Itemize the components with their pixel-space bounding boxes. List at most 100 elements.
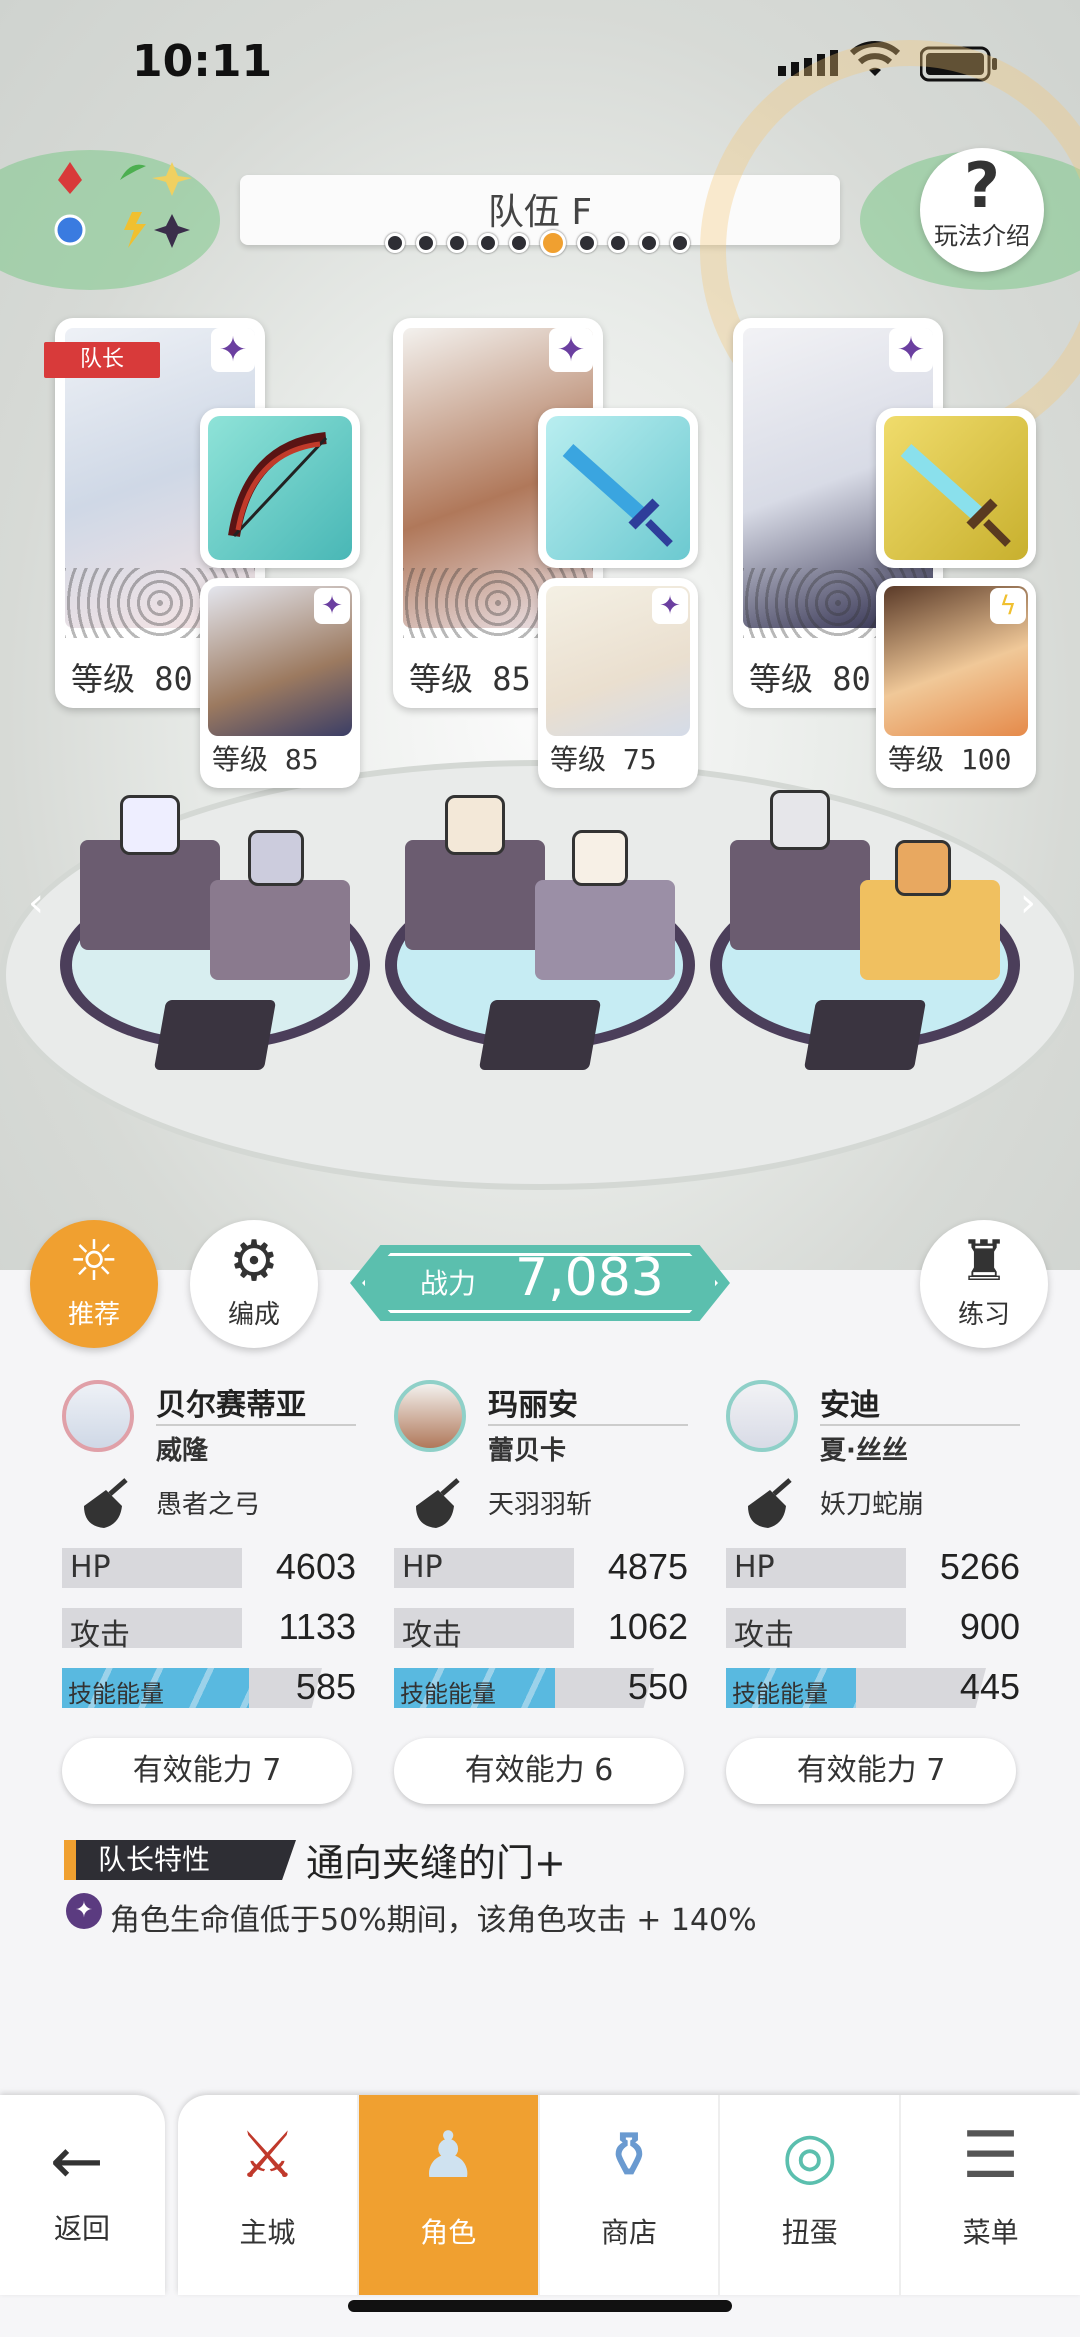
weapon-icon: [740, 1476, 796, 1532]
gacha-icon: ◎: [781, 2119, 838, 2193]
weapon-name: 妖刀蛇崩: [820, 1490, 925, 1520]
back-button[interactable]: ← 返回: [0, 2095, 165, 2295]
avatar[interactable]: [726, 1380, 798, 1452]
element-affinity-icon[interactable]: [50, 160, 200, 250]
formation-icon: ⚙: [228, 1229, 280, 1294]
weapon-icon: [408, 1476, 464, 1532]
team-page-indicator[interactable]: [385, 230, 695, 256]
sub-member-name: 蕾贝卡: [488, 1436, 567, 1466]
star-icon: ✦: [889, 328, 933, 372]
attack-value: 1062: [607, 1606, 688, 1647]
leader-tag: 队长: [44, 342, 160, 378]
attack-value: 1133: [278, 1606, 356, 1647]
tab-menu[interactable]: ☰ 菜单: [901, 2095, 1080, 2295]
sub-character-card[interactable]: ✦ 等级 75: [538, 578, 698, 788]
pedestal: [80, 840, 220, 950]
weapon-name: 愚者之弓: [156, 1490, 261, 1520]
sword-icon: [900, 444, 1011, 547]
page-dot[interactable]: [509, 233, 529, 253]
sub-level: 等级 85: [212, 743, 319, 776]
star-icon: ✦: [652, 588, 688, 624]
stage-base: [153, 1000, 277, 1070]
page-dot[interactable]: [447, 233, 467, 253]
page-dot[interactable]: [540, 230, 566, 256]
pedestal: [405, 840, 545, 950]
practice-label: 练习: [957, 1300, 1010, 1330]
question-icon: ?: [964, 149, 1000, 222]
star-icon: ✦: [314, 588, 350, 624]
tab-label: 角色: [420, 2216, 477, 2249]
character-sprite[interactable]: [248, 830, 304, 886]
member-name: 贝尔赛蒂亚: [156, 1388, 306, 1423]
avatar[interactable]: [394, 1380, 466, 1452]
effective-ability-button[interactable]: 有效能力 7: [726, 1738, 1016, 1804]
hp-value: 5266: [939, 1546, 1020, 1587]
power-value: 7,083: [515, 1248, 664, 1308]
dummy-icon: ♜: [958, 1229, 1010, 1294]
attack-label: 攻击: [734, 1618, 794, 1653]
status-time: 10:11: [132, 36, 273, 87]
practice-button[interactable]: ♜ 练习: [920, 1220, 1048, 1348]
character-sprite[interactable]: [445, 795, 505, 855]
sub-level: 等级 100: [888, 743, 1012, 776]
page-dot[interactable]: [670, 233, 690, 253]
tab-character[interactable]: ♟ 角色: [358, 2095, 540, 2295]
energy-label: 技能能量: [400, 1680, 496, 1708]
energy-value: 550: [627, 1666, 688, 1707]
back-arrow-icon: ←: [50, 2125, 104, 2199]
energy-value: 585: [295, 1666, 356, 1707]
formation-button[interactable]: ⚙ 编成: [190, 1220, 318, 1348]
menu-icon: ☰: [961, 2119, 1020, 2193]
leader-trait-description: 角色生命值低于50%期间，该角色攻击 + 140%: [110, 1903, 757, 1938]
attack-value: 900: [959, 1606, 1020, 1647]
castle-icon: ⚔: [238, 2119, 297, 2193]
page-dot[interactable]: [385, 233, 405, 253]
scroll-right-icon[interactable]: ›: [1020, 880, 1036, 926]
hp-label: HP: [402, 1550, 443, 1585]
sub-level: 等级 75: [550, 743, 657, 776]
star-icon: ✦: [66, 1893, 102, 1929]
pedestal: [730, 840, 870, 950]
sword-icon: [562, 444, 673, 547]
power-label: 战力: [420, 1267, 477, 1300]
character-sprite[interactable]: [572, 830, 628, 886]
help-button[interactable]: ? 玩法介绍: [920, 148, 1044, 272]
page-dot[interactable]: [577, 233, 597, 253]
weapon-slot[interactable]: [876, 408, 1036, 568]
hp-value: 4875: [607, 1546, 688, 1587]
star-icon: ✦: [211, 328, 255, 372]
recommend-label: 推荐: [67, 1300, 120, 1330]
home-indicator[interactable]: [348, 2300, 732, 2312]
page-dot[interactable]: [639, 233, 659, 253]
energy-label: 技能能量: [68, 1680, 164, 1708]
weapon-slot[interactable]: [538, 408, 698, 568]
weapon-slot[interactable]: [200, 408, 360, 568]
tab-main-city[interactable]: ⚔ 主城: [178, 2095, 359, 2295]
sub-member-name: 夏·丝丝: [820, 1436, 908, 1466]
page-dot[interactable]: [478, 233, 498, 253]
sub-character-card[interactable]: ✦ 等级 85: [200, 578, 360, 788]
page-dot[interactable]: [416, 233, 436, 253]
weapon-icon: [76, 1476, 132, 1532]
character-sprite[interactable]: [120, 795, 180, 855]
effective-ability-button[interactable]: 有效能力 6: [394, 1738, 684, 1804]
star-icon: ✦: [549, 328, 593, 372]
effective-ability-button[interactable]: 有效能力 7: [62, 1738, 352, 1804]
pedestal: [210, 880, 350, 980]
bow-icon: [228, 432, 328, 538]
energy-value: 445: [959, 1666, 1020, 1707]
tab-gacha[interactable]: ◎ 扭蛋: [720, 2095, 902, 2295]
recommend-button[interactable]: ☼ 推荐: [30, 1220, 158, 1348]
pedestal: [535, 880, 675, 980]
avatar[interactable]: [62, 1380, 134, 1452]
page-dot[interactable]: [608, 233, 628, 253]
sub-character-card[interactable]: ϟ 等级 100: [876, 578, 1036, 788]
stage-base: [803, 1000, 927, 1070]
character-sprite[interactable]: [770, 790, 830, 850]
tab-shop[interactable]: ⚱ 商店: [540, 2095, 721, 2295]
tab-label: 扭蛋: [781, 2216, 838, 2249]
formation-label: 编成: [227, 1300, 280, 1330]
character-sprite[interactable]: [895, 840, 951, 896]
bottom-tab-bar: ⚔ 主城 ♟ 角色 ⚱ 商店 ◎ 扭蛋 ☰ 菜单: [178, 2095, 1080, 2295]
scroll-left-icon[interactable]: ‹: [28, 880, 44, 926]
